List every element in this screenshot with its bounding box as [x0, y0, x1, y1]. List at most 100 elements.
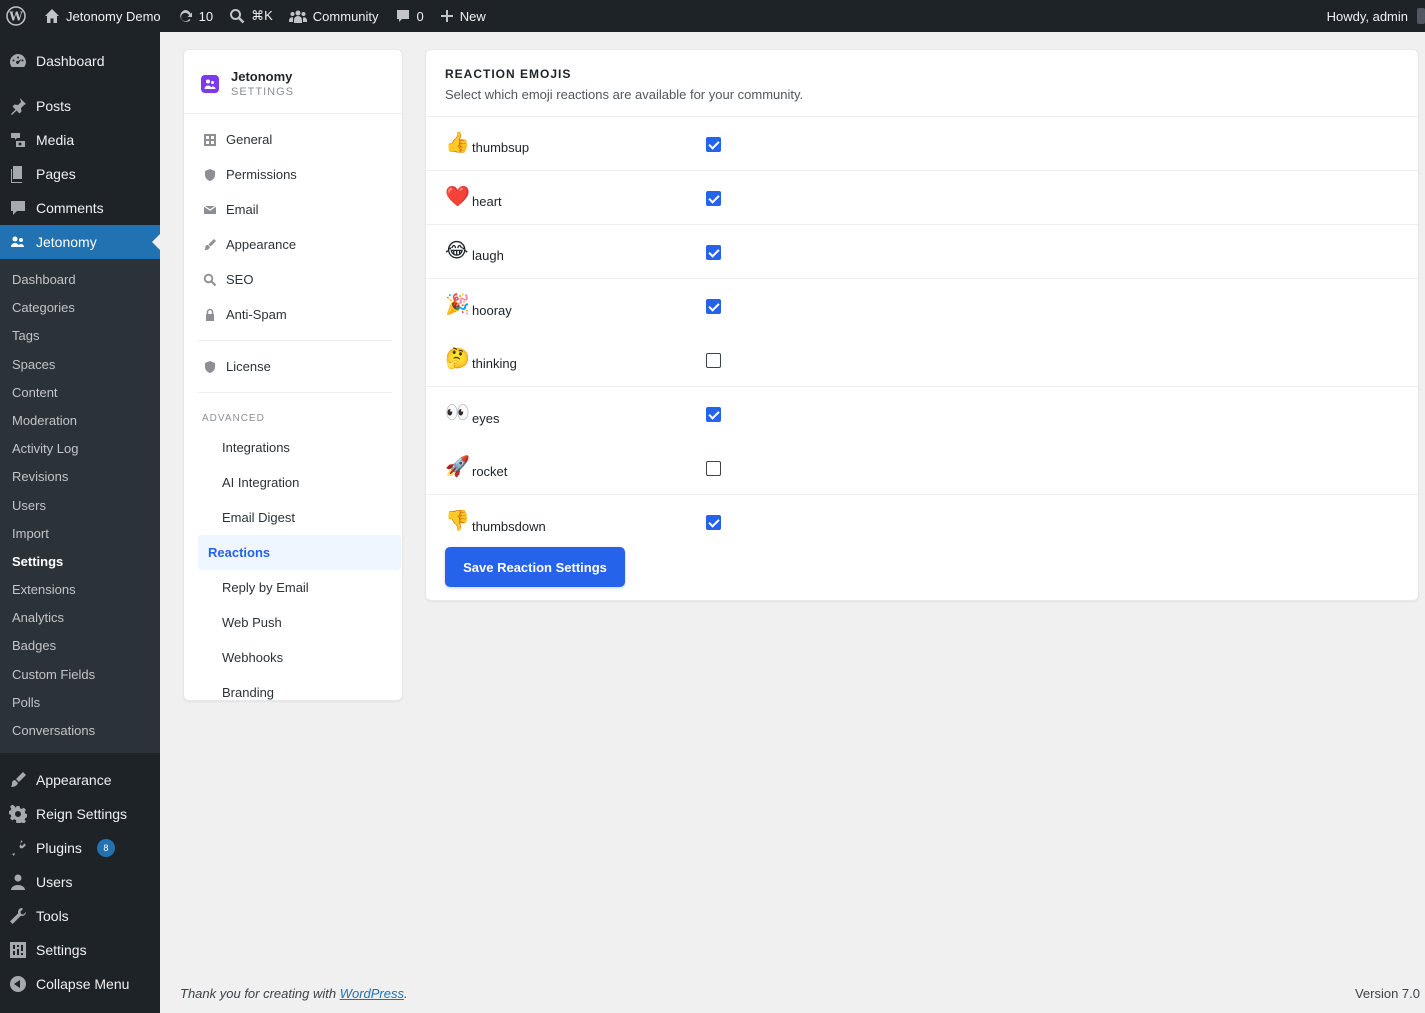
pin-icon	[9, 97, 27, 115]
submenu-activity-log[interactable]: Activity Log	[0, 435, 160, 463]
wordpress-icon: W	[6, 6, 26, 26]
reaction-list: 👍 thumbsup ❤️ heart 😂 laugh 🎉 hooray 🤔 t…	[426, 117, 1418, 549]
reaction-emojis-panel: REACTION EMOJIS Select which emoji react…	[425, 49, 1419, 601]
updates-count: 10	[198, 8, 214, 24]
reaction-checkbox[interactable]	[706, 191, 721, 206]
submenu-users[interactable]: Users	[0, 492, 160, 520]
menu-plugins[interactable]: Plugins 8	[0, 831, 160, 865]
menu-pages[interactable]: Pages	[0, 157, 160, 191]
submenu-badges[interactable]: Badges	[0, 632, 160, 660]
submenu-content[interactable]: Content	[0, 379, 160, 407]
reaction-row-hooray: 🎉 hooray	[426, 279, 1418, 333]
submenu-analytics[interactable]: Analytics	[0, 604, 160, 632]
search-shortcut-button[interactable]: ⌘K	[221, 0, 281, 32]
nav-anti-spam[interactable]: Anti-Spam	[184, 297, 402, 332]
comments-link[interactable]: 0	[387, 0, 432, 32]
lock-icon	[206, 308, 214, 321]
reaction-name: eyes	[472, 410, 500, 426]
hooray-emoji: 🎉	[445, 294, 470, 316]
submenu-revisions[interactable]: Revisions	[0, 463, 160, 491]
menu-reign-settings[interactable]: Reign Settings	[0, 797, 160, 831]
wrench-icon	[9, 907, 27, 925]
reaction-checkbox[interactable]	[706, 137, 721, 152]
reaction-name: thumbsdown	[472, 518, 546, 534]
reaction-row-laugh: 😂 laugh	[426, 225, 1418, 279]
reaction-row-heart: ❤️ heart	[426, 171, 1418, 225]
new-content-button[interactable]: New	[432, 0, 494, 32]
submenu-dashboard[interactable]: Dashboard	[0, 266, 160, 294]
reaction-checkbox[interactable]	[706, 461, 721, 476]
reaction-name: heart	[472, 194, 502, 209]
submenu-import[interactable]: Import	[0, 520, 160, 548]
nav-reactions[interactable]: Reactions	[198, 535, 401, 570]
nav-license[interactable]: License	[184, 349, 402, 384]
submenu-categories[interactable]: Categories	[0, 294, 160, 322]
save-reaction-settings-button[interactable]: Save Reaction Settings	[445, 547, 625, 587]
footer-version: Version 7.0	[1354, 986, 1420, 1001]
avatar[interactable]	[1417, 8, 1425, 24]
laugh-emoji: 😂	[445, 239, 469, 262]
new-label: New	[459, 8, 486, 24]
wordpress-logo-button[interactable]: W	[0, 0, 34, 32]
home-icon	[45, 9, 59, 23]
menu-users[interactable]: Users	[0, 865, 160, 899]
nav-ai-integration[interactable]: AI Integration	[198, 465, 401, 500]
menu-comments[interactable]: Comments	[0, 191, 160, 225]
menu-settings[interactable]: Settings	[0, 933, 160, 967]
nav-integrations[interactable]: Integrations	[198, 430, 401, 465]
reaction-checkbox[interactable]	[706, 245, 721, 260]
submenu-extensions[interactable]: Extensions	[0, 576, 160, 604]
reaction-name: thumbsup	[472, 140, 530, 155]
nav-email-digest[interactable]: Email Digest	[198, 500, 401, 535]
menu-media[interactable]: Media	[0, 123, 160, 157]
submenu-spaces[interactable]: Spaces	[0, 351, 160, 379]
settings-nav: Jetonomy SETTINGS General Permissions Em…	[183, 49, 403, 701]
greeting: Howdy, admin	[1326, 8, 1408, 24]
site-name-link[interactable]: Jetonomy Demo	[34, 0, 169, 32]
nav-web-push[interactable]: Web Push	[198, 605, 401, 640]
search-icon	[203, 273, 217, 286]
thumbsup-emoji: 👍	[445, 131, 470, 154]
nav-branding[interactable]: Branding	[198, 675, 401, 710]
reaction-checkbox[interactable]	[706, 299, 721, 314]
envelope-icon	[203, 205, 217, 214]
jetonomy-icon	[9, 233, 27, 251]
svg-text:W: W	[8, 10, 23, 24]
submenu-polls[interactable]: Polls	[0, 689, 160, 717]
submenu-settings[interactable]: Settings	[0, 548, 160, 576]
collapse-arrow-icon	[9, 975, 27, 993]
updates-link[interactable]: 10	[169, 0, 221, 32]
brand-subtitle: SETTINGS	[231, 86, 295, 98]
nav-appearance[interactable]: Appearance	[184, 227, 402, 262]
menu-posts[interactable]: Posts	[0, 89, 160, 123]
nav-general[interactable]: General	[184, 122, 402, 157]
submenu-conversations[interactable]: Conversations	[0, 717, 160, 745]
comments-count: 0	[416, 8, 424, 24]
nav-reply-by-email[interactable]: Reply by Email	[198, 570, 401, 605]
reaction-checkbox[interactable]	[706, 407, 721, 422]
nav-advanced-heading: ADVANCED	[202, 413, 265, 424]
menu-tools[interactable]: Tools	[0, 899, 160, 933]
reaction-name: rocket	[472, 464, 508, 479]
brush-icon	[9, 771, 27, 789]
community-link[interactable]: Community	[281, 0, 387, 32]
submenu-moderation[interactable]: Moderation	[0, 407, 160, 435]
nav-webhooks[interactable]: Webhooks	[198, 640, 401, 675]
menu-dashboard[interactable]: Dashboard	[0, 44, 160, 78]
reaction-checkbox[interactable]	[706, 353, 721, 368]
nav-email[interactable]: Email	[184, 192, 402, 227]
submenu-custom-fields[interactable]: Custom Fields	[0, 661, 160, 689]
nav-seo[interactable]: SEO	[184, 262, 402, 297]
nav-divider	[198, 392, 392, 393]
collapse-menu-button[interactable]: Collapse Menu	[0, 967, 160, 1001]
reaction-checkbox[interactable]	[706, 515, 721, 530]
nav-permissions[interactable]: Permissions	[184, 157, 402, 192]
menu-jetonomy[interactable]: Jetonomy	[0, 225, 160, 259]
plugins-update-badge: 8	[96, 839, 115, 858]
submenu-tags[interactable]: Tags	[0, 322, 160, 350]
reaction-row-eyes: 👀 eyes	[426, 387, 1418, 441]
my-account-link[interactable]: Howdy, admin	[1327, 9, 1425, 24]
wordpress-link[interactable]: WordPress	[340, 986, 404, 1001]
jetonomy-logo-icon	[201, 74, 219, 93]
menu-appearance[interactable]: Appearance	[0, 763, 160, 797]
